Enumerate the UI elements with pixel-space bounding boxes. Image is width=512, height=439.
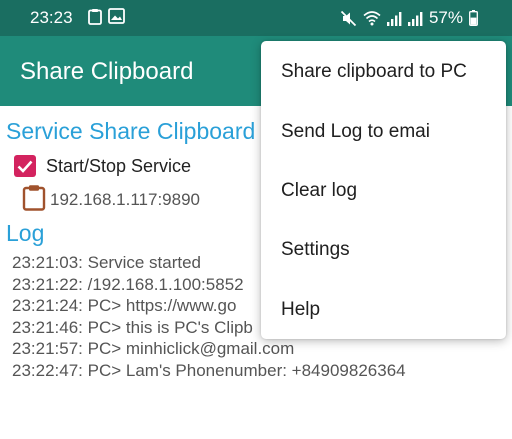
section-title: Service Share Clipboard <box>6 118 256 144</box>
ip-address: 192.168.1.117:9890 <box>50 190 200 209</box>
log-line: 23:22:47: PC> Lam's Phonenumber: +849098… <box>12 360 406 380</box>
status-time: 23:23 <box>30 8 73 27</box>
log-title: Log <box>6 220 45 246</box>
menu-item-send-log-to-email[interactable]: Send Log to emai <box>261 103 506 161</box>
clipboard-icon <box>22 184 46 216</box>
battery-icon <box>469 10 478 26</box>
clipboard-icon <box>88 8 104 26</box>
menu-item-settings[interactable]: Settings <box>261 221 506 279</box>
menu-item-clear-log[interactable]: Clear log <box>261 162 506 220</box>
battery-level: 57% <box>428 8 463 27</box>
image-icon <box>108 8 125 26</box>
checkmark-icon <box>17 160 33 173</box>
wifi-icon <box>363 10 381 26</box>
service-toggle[interactable]: Start/Stop Service <box>14 153 191 179</box>
overflow-menu: Share clipboard to PC Send Log to emai C… <box>261 41 506 339</box>
signal-icon <box>407 11 423 26</box>
service-toggle-label: Start/Stop Service <box>46 155 192 176</box>
signal-icon <box>386 11 402 26</box>
ip-address-row: 192.168.1.117:9890 <box>22 184 200 216</box>
service-checkbox[interactable] <box>14 155 36 177</box>
status-bar: 23:23 57% <box>0 0 512 36</box>
app-title: Share Clipboard <box>20 58 194 85</box>
mute-icon <box>340 10 357 27</box>
menu-item-share-clipboard-to-pc[interactable]: Share clipboard to PC <box>261 43 506 101</box>
menu-item-help[interactable]: Help <box>261 281 506 339</box>
log-line: 23:21:57: PC> minhiclick@gmail.com <box>12 339 295 358</box>
